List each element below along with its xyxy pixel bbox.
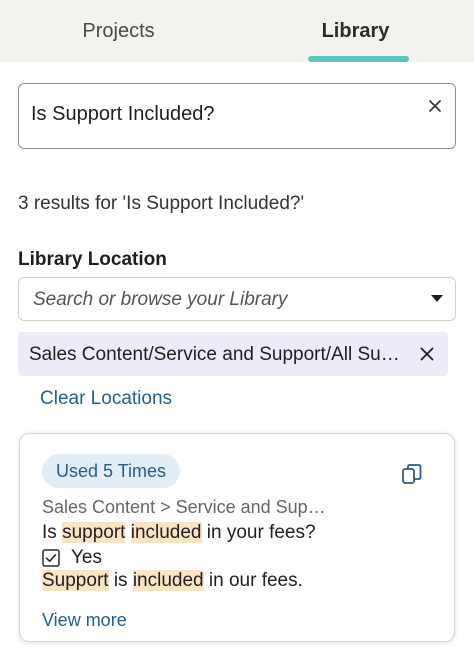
close-icon[interactable] xyxy=(425,96,445,116)
results-count: 3 results for 'Is Support Included?' xyxy=(18,193,305,214)
highlight-match: included xyxy=(130,522,202,543)
answer-option-label: Yes xyxy=(71,547,102,568)
library-location-select[interactable]: Search or browse your Library xyxy=(18,277,456,321)
highlight-match: included xyxy=(132,570,204,591)
checkbox-checked-icon xyxy=(42,549,60,567)
caret-down-icon[interactable] xyxy=(431,295,443,302)
tab-bar: Projects Library xyxy=(0,0,474,62)
library-location-placeholder: Search or browse your Library xyxy=(33,289,288,310)
clear-locations-link[interactable]: Clear Locations xyxy=(40,388,172,410)
active-tab-indicator xyxy=(308,56,409,62)
remove-location-icon[interactable] xyxy=(418,345,436,363)
answer-option-row: Yes xyxy=(42,546,102,570)
search-input-value[interactable]: Is Support Included? xyxy=(31,103,214,126)
usage-badge: Used 5 Times xyxy=(42,454,181,488)
tab-library[interactable]: Library xyxy=(237,0,474,62)
question-text: Is support included in your fees? xyxy=(42,522,316,543)
location-chip-label: Sales Content/Service and Support/All Su… xyxy=(29,344,401,365)
highlight-match: Support xyxy=(42,570,109,591)
copy-icon[interactable] xyxy=(400,462,424,486)
search-input[interactable]: Is Support Included? xyxy=(18,83,456,149)
location-chip: Sales Content/Service and Support/All Su… xyxy=(18,332,448,376)
view-more-link[interactable]: View more xyxy=(42,610,127,631)
result-card: Used 5 Times Sales Content > Service and… xyxy=(19,433,455,642)
library-location-label: Library Location xyxy=(18,249,167,270)
highlight-match: support xyxy=(62,522,126,543)
answer-text: Support is included in our fees. xyxy=(42,570,303,591)
breadcrumb: Sales Content > Service and Support > Al… xyxy=(42,497,332,517)
tab-projects[interactable]: Projects xyxy=(0,0,237,62)
